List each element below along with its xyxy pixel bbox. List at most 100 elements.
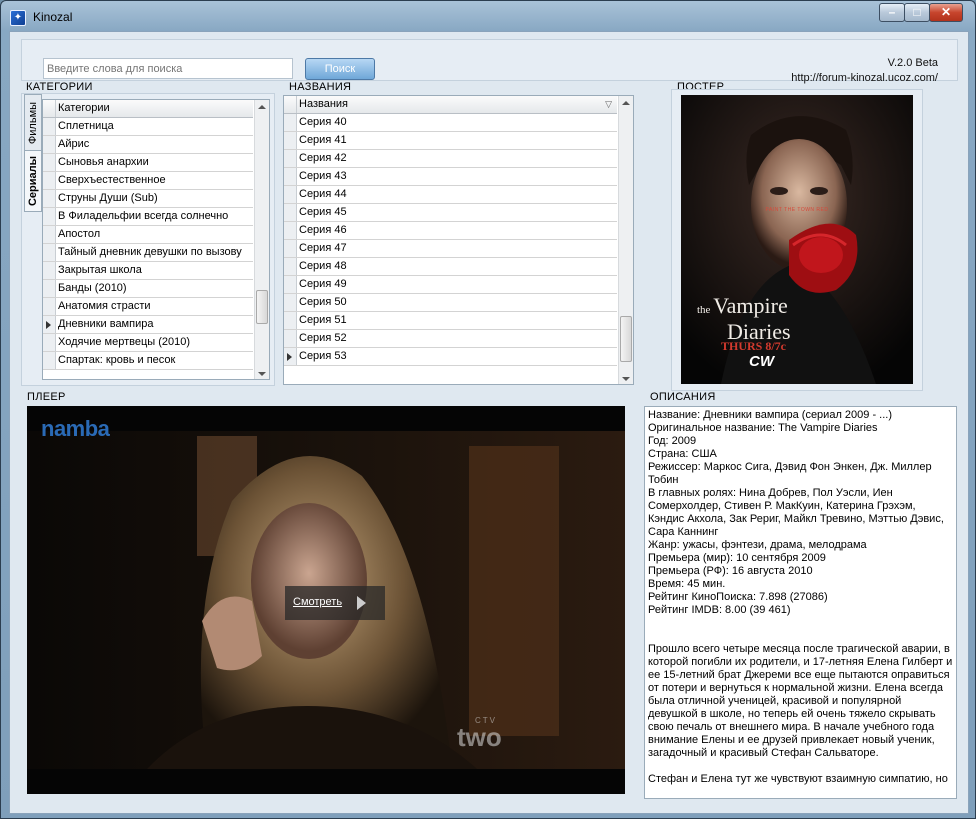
list-item-label: Серия 50 bbox=[299, 296, 347, 308]
list-item[interactable]: Серия 47 bbox=[284, 240, 617, 258]
player-logo: namba bbox=[41, 416, 110, 441]
list-item[interactable]: Апостол bbox=[43, 226, 253, 244]
list-item[interactable]: Серия 50 bbox=[284, 294, 617, 312]
row-selector-icon bbox=[287, 353, 292, 361]
list-item-label: Сверхъестественное bbox=[58, 174, 166, 186]
search-button[interactable]: Поиск bbox=[305, 58, 375, 80]
list-item[interactable]: Серия 49 bbox=[284, 276, 617, 294]
title-bar[interactable]: ✦ Kinozal SOFTPORTAL – □ ✕ bbox=[1, 1, 975, 117]
scroll-thumb[interactable] bbox=[256, 290, 268, 324]
list-item[interactable]: Дневники вампира bbox=[43, 316, 253, 334]
description-text[interactable]: Название: Дневники вампира (сериал 2009 … bbox=[644, 406, 957, 799]
list-item[interactable]: Серия 52 bbox=[284, 330, 617, 348]
list-item[interactable]: Сверхъестественное bbox=[43, 172, 253, 190]
categories-label: КАТЕГОРИИ bbox=[26, 81, 93, 93]
list-item[interactable]: Серия 42 bbox=[284, 150, 617, 168]
list-item-label: Серия 40 bbox=[299, 116, 347, 128]
descriptions-label: ОПИСАНИЯ bbox=[650, 391, 716, 403]
description-line: Жанр: ужасы, фэнтези, драма, мелодрама bbox=[648, 539, 867, 551]
description-details: Название: Дневники вампира (сериал 2009 … bbox=[648, 409, 953, 617]
poster-image: PAINT THE TOWN RED the Vampire Diaries T… bbox=[681, 95, 913, 384]
search-panel: Поиск V.2.0 Beta http://forum-kinozal.uc… bbox=[21, 39, 958, 84]
search-input[interactable] bbox=[43, 58, 293, 79]
maximize-icon: □ bbox=[913, 5, 921, 19]
titles-scrollbar[interactable] bbox=[618, 96, 633, 384]
list-item-label: Серия 46 bbox=[299, 224, 347, 236]
sort-icon[interactable]: ▽ bbox=[605, 96, 612, 113]
list-item[interactable]: Струны Души (Sub) bbox=[43, 190, 253, 208]
categories-header[interactable]: Категории bbox=[43, 100, 253, 118]
tab-movies[interactable]: Фильмы bbox=[24, 94, 42, 152]
row-selector-icon bbox=[46, 321, 51, 329]
scroll-thumb[interactable] bbox=[620, 316, 632, 362]
maximize-button[interactable]: □ bbox=[904, 3, 930, 22]
list-item[interactable]: Спартак: кровь и песок bbox=[43, 352, 253, 370]
list-item-label: Айрис bbox=[58, 138, 90, 150]
list-item-label: Серия 44 bbox=[299, 188, 347, 200]
poster-network-logo: CW bbox=[749, 353, 774, 370]
titles-header[interactable]: Названия ▽ bbox=[284, 96, 617, 114]
video-player[interactable]: namba Смотреть CTV two bbox=[27, 406, 625, 794]
list-item-label: Серия 49 bbox=[299, 278, 347, 290]
list-item[interactable]: Тайный дневник девушки по вызову bbox=[43, 244, 253, 262]
list-item-label: Ходячие мертвецы (2010) bbox=[58, 336, 191, 348]
app-icon: ✦ bbox=[10, 10, 26, 26]
list-item-label: Серия 47 bbox=[299, 242, 347, 254]
list-item[interactable]: Серия 41 bbox=[284, 132, 617, 150]
poster-airdate: THURS 8/7c bbox=[721, 339, 787, 353]
list-item-label: Анатомия страсти bbox=[58, 300, 151, 312]
list-item-label: Серия 42 bbox=[299, 152, 347, 164]
main-client-area: Поиск V.2.0 Beta http://forum-kinozal.uc… bbox=[9, 31, 969, 814]
list-item-label: Струны Души (Sub) bbox=[58, 192, 158, 204]
description-line: Премьера (мир): 10 сентября 2009 bbox=[648, 552, 826, 564]
list-item[interactable]: Серия 46 bbox=[284, 222, 617, 240]
list-item[interactable]: Серия 40 bbox=[284, 114, 617, 132]
scroll-up-icon[interactable] bbox=[258, 105, 266, 109]
scroll-down-icon[interactable] bbox=[258, 372, 266, 376]
list-item-label: Серия 41 bbox=[299, 134, 347, 146]
tab-series[interactable]: Сериалы bbox=[24, 150, 42, 212]
list-item[interactable]: Серия 45 bbox=[284, 204, 617, 222]
categories-scrollbar[interactable] bbox=[254, 100, 269, 379]
version-label: V.2.0 Beta bbox=[887, 57, 938, 69]
list-item[interactable]: Сплетница bbox=[43, 118, 253, 136]
list-item[interactable]: Айрис bbox=[43, 136, 253, 154]
poster-tagline: PAINT THE TOWN RED bbox=[765, 207, 829, 213]
list-item[interactable]: Серия 51 bbox=[284, 312, 617, 330]
list-item[interactable]: Анатомия страсти bbox=[43, 298, 253, 316]
list-item[interactable]: Банды (2010) bbox=[43, 280, 253, 298]
list-item[interactable]: Серия 44 bbox=[284, 186, 617, 204]
list-item[interactable]: В Филадельфии всегда солнечно bbox=[43, 208, 253, 226]
titles-list: Серия 40 Серия 41 Серия 42 Серия 43 Серия 44… bbox=[284, 114, 633, 366]
description-line: Рейтинг КиноПоиска: 7.898 (27086) bbox=[648, 591, 828, 603]
list-item-label: Апостол bbox=[58, 228, 101, 240]
play-icon bbox=[357, 596, 366, 610]
list-item[interactable]: Серия 43 bbox=[284, 168, 617, 186]
scroll-down-icon[interactable] bbox=[622, 377, 630, 381]
scroll-up-icon[interactable] bbox=[622, 101, 630, 105]
forum-url: http://forum-kinozal.ucoz.com/ bbox=[791, 72, 938, 84]
list-item-label: Дневники вампира bbox=[58, 318, 154, 330]
list-item[interactable]: Серия 48 bbox=[284, 258, 617, 276]
list-item-label: Сыновья анархии bbox=[58, 156, 149, 168]
description-line: Режиссер: Маркос Сига, Дэвид Фон Энкен, … bbox=[648, 461, 932, 486]
list-item[interactable]: Ходячие мертвецы (2010) bbox=[43, 334, 253, 352]
watch-button[interactable]: Смотреть bbox=[285, 586, 385, 620]
categories-grid[interactable]: Категории Сплетница Айрис Сыновья анархии С… bbox=[42, 99, 270, 380]
list-item-label: Закрытая школа bbox=[58, 264, 142, 276]
titles-label: НАЗВАНИЯ bbox=[289, 81, 352, 93]
list-item[interactable]: Закрытая школа bbox=[43, 262, 253, 280]
list-item[interactable]: Серия 53 bbox=[284, 348, 617, 366]
list-item-label: Серия 52 bbox=[299, 332, 347, 344]
description-line: Название: Дневники вампира (сериал 2009 … bbox=[648, 409, 892, 421]
minimize-button[interactable]: – bbox=[879, 3, 905, 22]
description-line: Страна: США bbox=[648, 448, 717, 460]
titles-grid[interactable]: Названия ▽ Серия 40 Серия 41 Серия 42 Серия… bbox=[283, 95, 634, 385]
player-label: ПЛЕЕР bbox=[27, 391, 66, 403]
list-item[interactable]: Сыновья анархии bbox=[43, 154, 253, 172]
description-line: Время: 45 мин. bbox=[648, 578, 726, 590]
close-button[interactable]: ✕ bbox=[929, 3, 963, 22]
description-line: Рейтинг IMDB: 8.00 (39 461) bbox=[648, 604, 791, 616]
minimize-icon: – bbox=[888, 5, 896, 19]
description-line: Оригинальное название: The Vampire Diari… bbox=[648, 422, 878, 434]
